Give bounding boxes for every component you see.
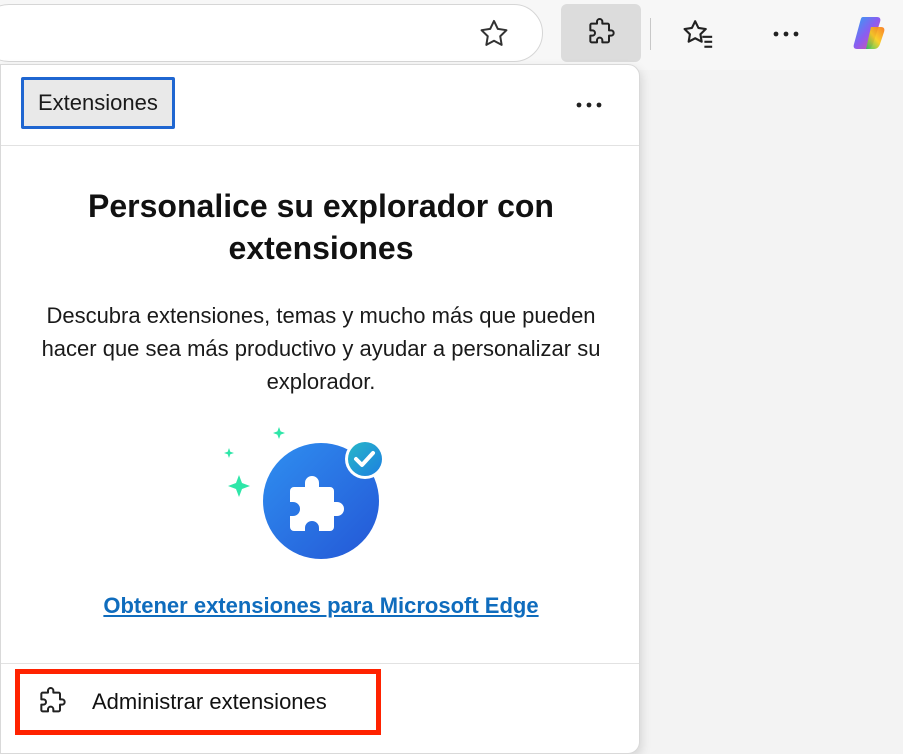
- settings-more-button[interactable]: [764, 14, 808, 54]
- panel-divider: [1, 663, 639, 664]
- extensions-illustration: [217, 427, 397, 567]
- toolbar-divider: [650, 18, 651, 50]
- more-icon: [576, 102, 602, 108]
- get-extensions-link[interactable]: Obtener extensiones para Microsoft Edge: [21, 593, 621, 619]
- puzzle-icon: [589, 18, 615, 44]
- panel-headline: Personalice su explorador con extensione…: [88, 188, 554, 266]
- manage-extensions-label: Administrar extensiones: [92, 689, 327, 714]
- more-icon: [773, 31, 799, 37]
- puzzle-badge-icon: [224, 427, 385, 559]
- favorites-icon: [683, 20, 713, 48]
- manage-extensions-button[interactable]: Administrar extensiones: [15, 669, 381, 735]
- extensions-button[interactable]: [561, 4, 641, 62]
- address-bar[interactable]: [0, 4, 543, 62]
- panel-header: Extensiones: [1, 65, 639, 146]
- panel-more-button[interactable]: [567, 85, 611, 125]
- favorites-button[interactable]: [676, 14, 720, 54]
- add-favorite-button[interactable]: [474, 14, 514, 54]
- copilot-button[interactable]: [846, 10, 892, 56]
- extensions-panel: Extensiones Personalice su explorador co…: [0, 64, 640, 754]
- star-icon: [480, 19, 508, 46]
- panel-description: Descubra extensiones, temas y mucho más …: [41, 303, 601, 394]
- browser-toolbar: [0, 0, 903, 70]
- copilot-icon: [853, 17, 885, 49]
- puzzle-icon: [34, 684, 70, 720]
- panel-title[interactable]: Extensiones: [21, 77, 175, 129]
